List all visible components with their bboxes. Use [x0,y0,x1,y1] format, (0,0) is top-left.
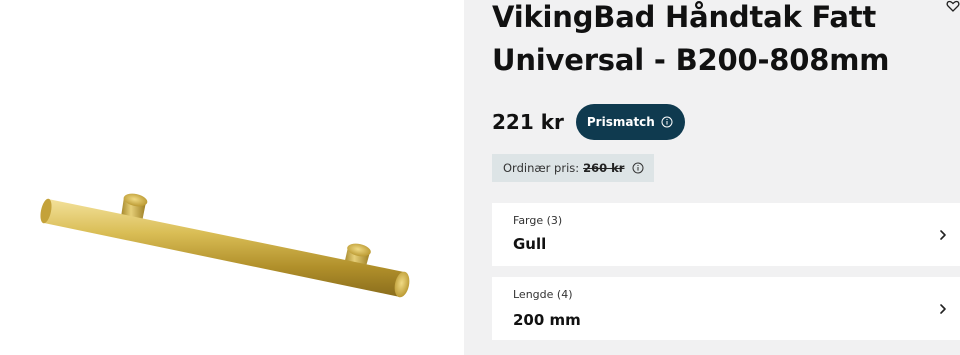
ordinary-price-value: 260 kr [583,161,625,175]
color-option-value: Gull [513,235,547,253]
color-option-selector[interactable]: Farge (3) Gull [492,203,960,266]
price-row: 221 kr Prismatch [492,104,685,140]
ordinary-price-box: Ordinær pris: 260 kr [492,154,655,182]
length-option-value: 200 mm [513,311,581,329]
length-option-selector[interactable]: Lengde (4) 200 mm [492,277,960,340]
product-title: VikingBad Håndtak Fatt Universal - B200-… [492,0,932,82]
product-info-panel: VikingBad Håndtak Fatt Universal - B200-… [464,0,960,355]
product-title-line-1: VikingBad Håndtak Fatt [492,0,877,34]
info-icon[interactable] [632,162,644,174]
chevron-right-icon [938,227,948,241]
favorite-icon[interactable] [946,0,960,12]
info-icon [661,116,673,128]
ordinary-price-label: Ordinær pris: [503,161,580,175]
prismatch-label: Prismatch [586,115,655,129]
length-option-label: Lengde (4) [513,288,573,301]
product-image-panel [0,0,464,355]
current-price: 221 kr [492,110,564,134]
product-title-line-2: Universal - B200-808mm [492,43,890,77]
product-image [40,193,410,298]
color-option-label: Farge (3) [513,214,563,227]
prismatch-button[interactable]: Prismatch [575,104,685,140]
chevron-right-icon [938,301,948,315]
